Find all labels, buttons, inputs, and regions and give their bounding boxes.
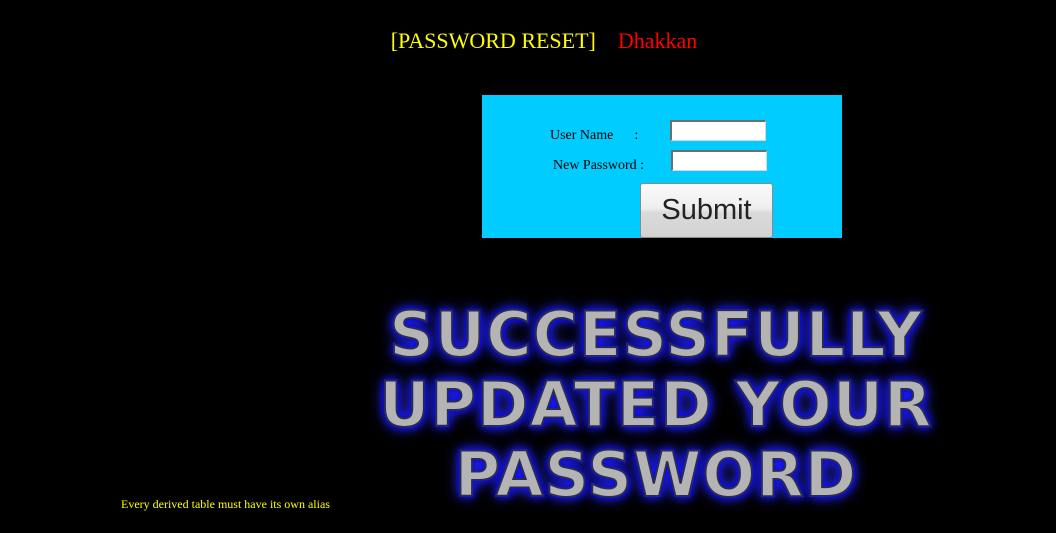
username-display: Dhakkan	[617, 28, 698, 53]
banner-line-1: SUCCESSFULLY	[388, 298, 923, 371]
banner-line-3: PASSWORD	[454, 438, 858, 511]
username-input[interactable]	[670, 120, 766, 141]
submit-button[interactable]: Submit	[640, 183, 773, 238]
username-label: User Name :	[550, 128, 639, 143]
password-reset-form: User Name : New Password : Submit	[482, 95, 842, 238]
banner-line-2: UPDATED YOUR	[378, 368, 933, 441]
password-reset-page: [PASSWORD RESET] Dhakkan User Name : New …	[0, 0, 1056, 533]
page-title: [PASSWORD RESET]	[390, 28, 596, 53]
new-password-input[interactable]	[671, 150, 767, 171]
success-banner: SUCCESSFULLY UPDATED YOUR PASSWORD	[346, 298, 966, 511]
page-header: [PASSWORD RESET] Dhakkan	[0, 28, 1056, 54]
sql-error-message: Every derived table must have its own al…	[121, 497, 330, 511]
new-password-label: New Password :	[553, 158, 644, 173]
